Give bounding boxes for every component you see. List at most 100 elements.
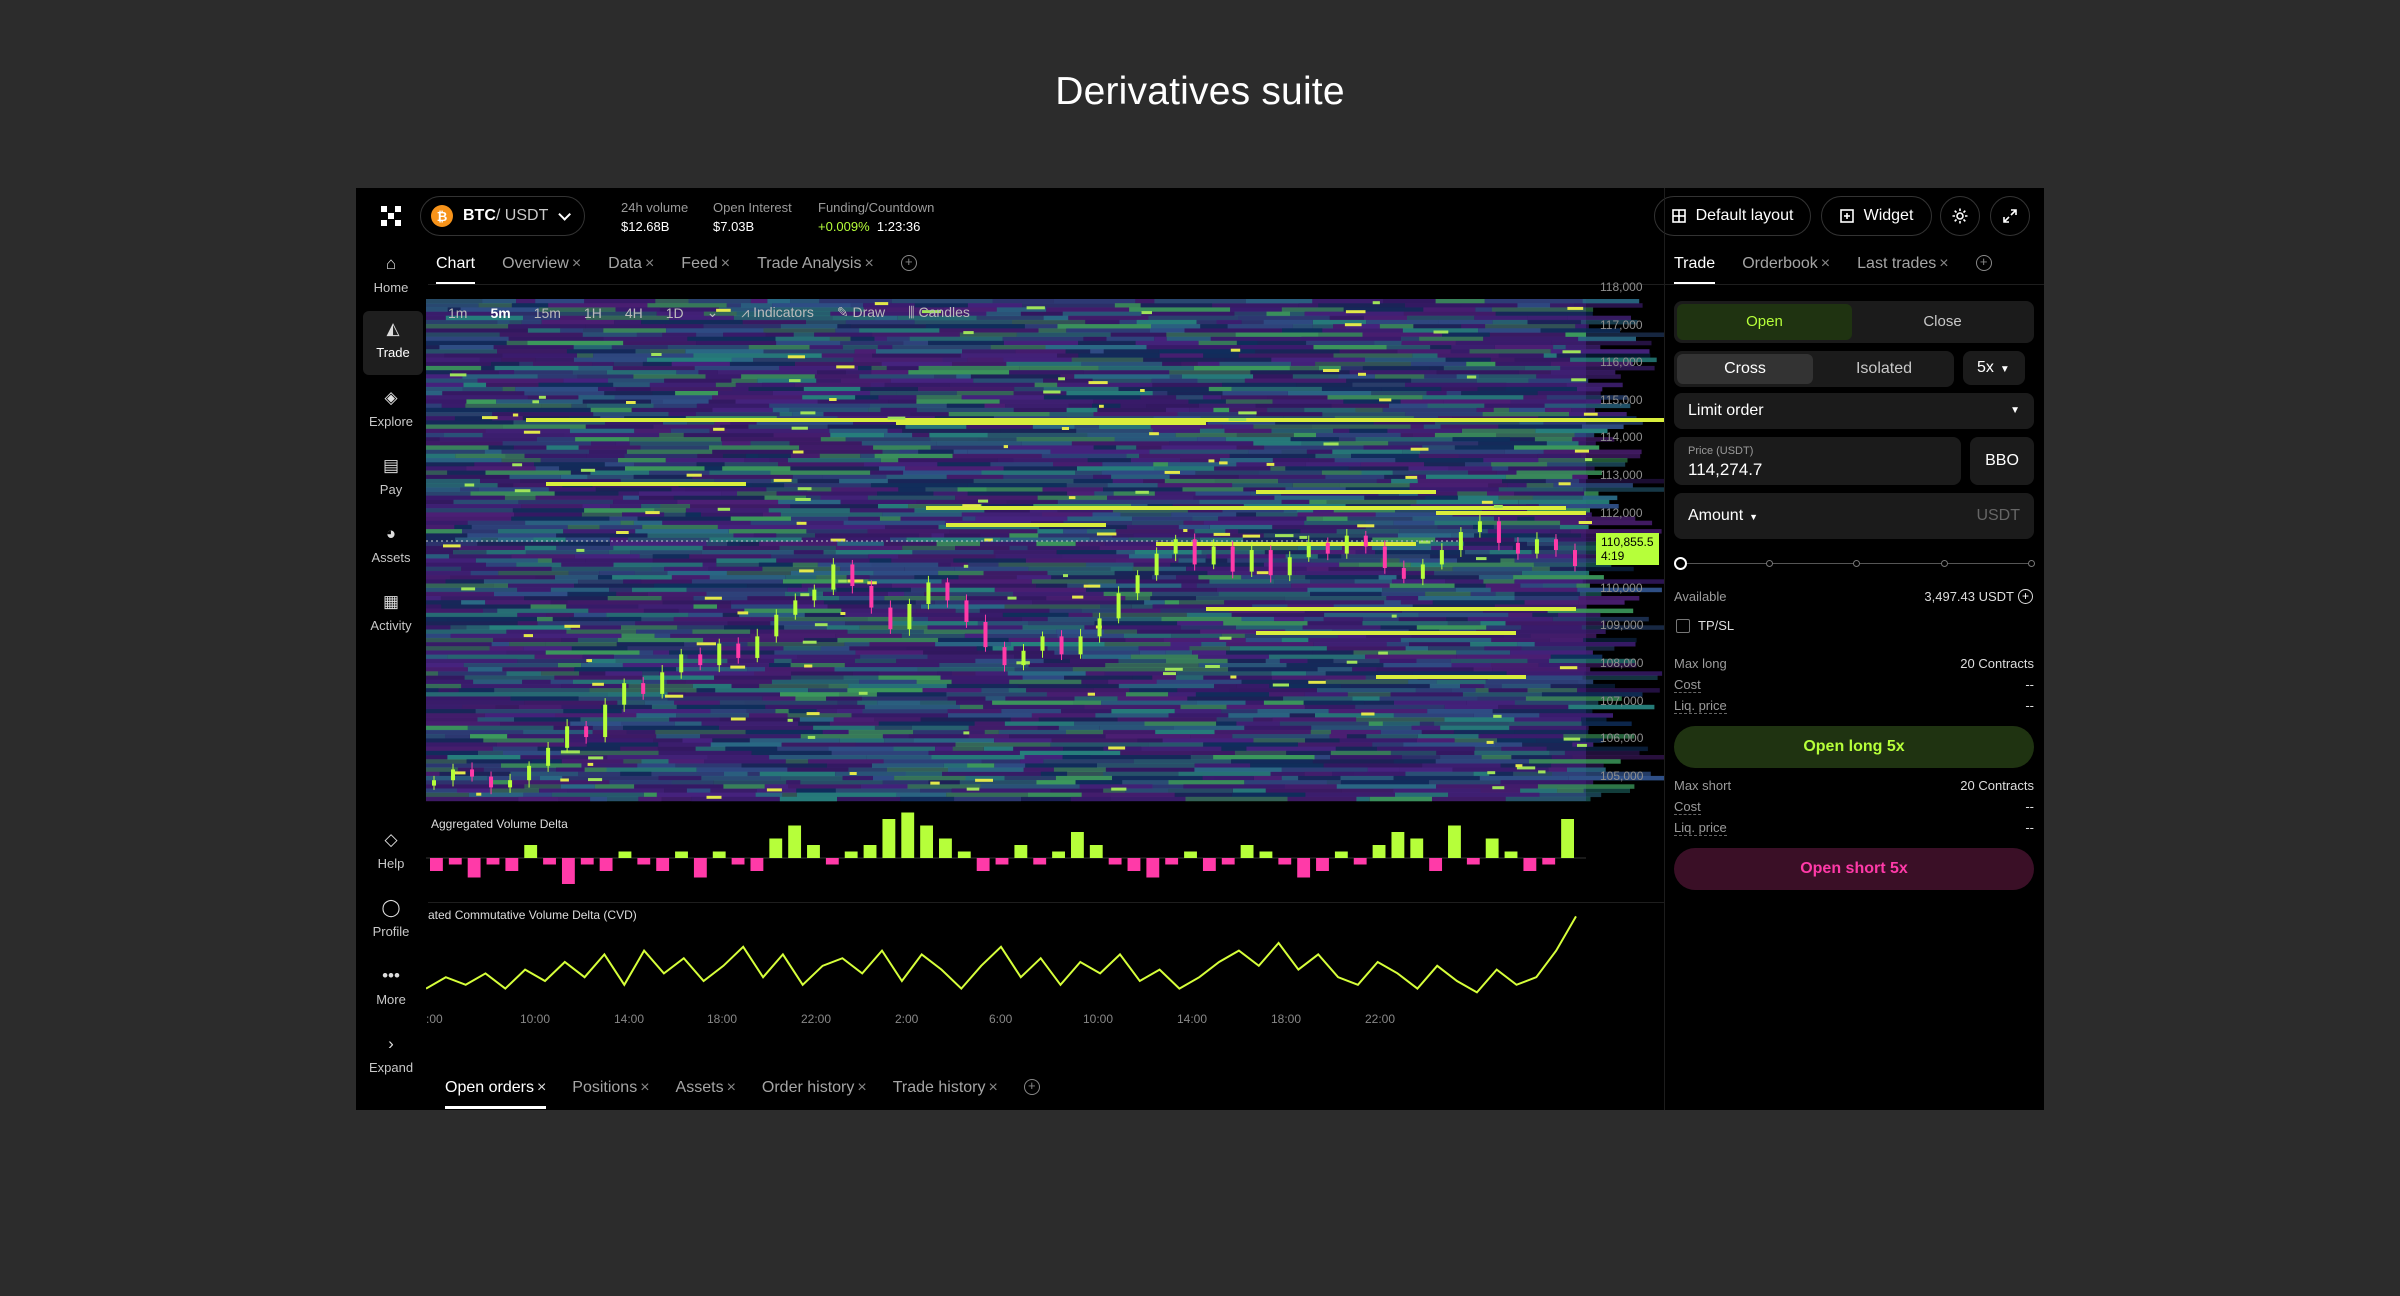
sidebar-item-home[interactable]: ⌂ Home bbox=[356, 254, 426, 295]
open-long-button[interactable]: Open long 5x bbox=[1674, 726, 2034, 768]
candles-button[interactable]: ⫼ Candles bbox=[908, 304, 970, 321]
heatmap-cell bbox=[1445, 579, 1484, 584]
sidebar-item-explore[interactable]: ◈ Explore bbox=[356, 388, 426, 429]
heatmap-cell bbox=[749, 713, 788, 718]
tab-assets[interactable]: Assets × bbox=[676, 1079, 736, 1107]
heatmap-cell bbox=[1152, 382, 1223, 388]
add-tab-icon[interactable]: + bbox=[900, 255, 917, 271]
close-tab[interactable]: Close bbox=[1854, 304, 2031, 340]
amount-input[interactable]: Amount ▼ USDT bbox=[1674, 493, 2034, 539]
amount-slider[interactable] bbox=[1674, 557, 2036, 571]
interval-1h[interactable]: 1H bbox=[584, 305, 602, 321]
tab-trade-history[interactable]: Trade history × bbox=[893, 1079, 998, 1107]
slider-thumb[interactable] bbox=[1674, 557, 1687, 570]
heatmap-cell bbox=[486, 562, 517, 568]
interval-dropdown-icon[interactable]: ⌄ bbox=[707, 304, 719, 321]
tab-order-history[interactable]: Order history × bbox=[762, 1079, 867, 1107]
open-short-button[interactable]: Open short 5x bbox=[1674, 848, 2034, 890]
cost-value: -- bbox=[2025, 799, 2034, 814]
price-input[interactable]: Price (USDT) 114,274.7 bbox=[1674, 437, 1961, 485]
candle-body bbox=[1344, 535, 1349, 554]
close-icon[interactable]: × bbox=[727, 1079, 736, 1096]
heatmap-cell bbox=[518, 499, 614, 505]
candle-body bbox=[1021, 650, 1026, 666]
heatmap-cell bbox=[1103, 349, 1159, 354]
interval-1d[interactable]: 1D bbox=[666, 305, 684, 321]
add-tab-icon[interactable]: + bbox=[1023, 1079, 1040, 1095]
heatmap-cell bbox=[1028, 621, 1095, 626]
leverage-select[interactable]: 5x ▼ bbox=[1963, 351, 2025, 385]
indicators-button[interactable]: ⩘ Indicators bbox=[741, 304, 814, 321]
open-tab[interactable]: Open bbox=[1677, 304, 1852, 340]
sidebar-item-activity[interactable]: ▦ Activity bbox=[356, 592, 426, 633]
interval-1m[interactable]: 1m bbox=[448, 305, 467, 321]
heatmap-cell bbox=[1323, 763, 1423, 768]
interval-15m[interactable]: 15m bbox=[534, 305, 561, 321]
funding-label: Funding/Countdown bbox=[818, 200, 935, 215]
close-icon[interactable]: × bbox=[572, 255, 581, 272]
heatmap-cell bbox=[860, 453, 875, 459]
close-icon[interactable]: × bbox=[721, 255, 730, 272]
interval-5m[interactable]: 5m bbox=[490, 305, 510, 321]
tab-positions[interactable]: Positions × bbox=[572, 1079, 649, 1107]
amount-unit-dropdown[interactable]: Amount ▼ bbox=[1688, 507, 1758, 525]
heatmap-cell bbox=[696, 340, 777, 346]
close-icon[interactable]: × bbox=[857, 1079, 866, 1096]
close-icon[interactable]: × bbox=[1821, 255, 1830, 272]
heatmap-cell bbox=[1028, 663, 1106, 668]
draw-button[interactable]: ✎ Draw bbox=[837, 304, 885, 321]
sidebar-item-pay[interactable]: ▤ Pay bbox=[356, 456, 426, 497]
sidebar-item-more[interactable]: ••• More bbox=[356, 966, 426, 1007]
sidebar-item-assets[interactable]: ◕ Assets bbox=[356, 524, 426, 565]
interval-4h[interactable]: 4H bbox=[625, 305, 643, 321]
heatmap-cell bbox=[1336, 784, 1437, 789]
tab-feed[interactable]: Feed × bbox=[681, 255, 730, 283]
heatmap-cell bbox=[859, 679, 917, 685]
tab-trade[interactable]: Trade bbox=[1674, 255, 1716, 285]
close-icon[interactable]: × bbox=[537, 1079, 546, 1096]
heatmap-cell bbox=[869, 558, 892, 563]
heatmap-cell bbox=[1445, 357, 1491, 363]
tab-last-trades[interactable]: Last trades × bbox=[1857, 255, 1949, 283]
app-logo-icon[interactable] bbox=[380, 205, 402, 227]
sidebar-item-help[interactable]: ◇ Help bbox=[356, 830, 426, 871]
heatmap-cell bbox=[1137, 629, 1201, 634]
heatmap-cell bbox=[860, 386, 918, 392]
heatmap-cell bbox=[956, 700, 993, 706]
heatmap-cell bbox=[1219, 461, 1228, 465]
tpsl-checkbox[interactable] bbox=[1676, 619, 1690, 633]
heatmap-cell bbox=[848, 683, 947, 689]
tab-trade-analysis[interactable]: Trade Analysis × bbox=[757, 255, 874, 283]
tab-overview[interactable]: Overview × bbox=[502, 255, 581, 283]
tab-open-orders[interactable]: Open orders × bbox=[445, 1079, 547, 1109]
sidebar-item-expand[interactable]: › Expand bbox=[356, 1034, 426, 1075]
heatmap-cell bbox=[685, 692, 780, 697]
close-icon[interactable]: × bbox=[1939, 255, 1948, 272]
price-chart[interactable] bbox=[426, 285, 1664, 1045]
isolated-margin-option[interactable]: Isolated bbox=[1816, 354, 1952, 384]
cross-margin-option[interactable]: Cross bbox=[1677, 354, 1813, 384]
heatmap-cell bbox=[861, 696, 948, 701]
sidebar-item-trade[interactable]: ◭ Trade bbox=[363, 311, 423, 375]
close-icon[interactable]: × bbox=[989, 1079, 998, 1096]
tab-orderbook[interactable]: Orderbook × bbox=[1742, 255, 1830, 283]
close-icon[interactable]: × bbox=[645, 255, 654, 272]
tab-data[interactable]: Data × bbox=[608, 255, 654, 283]
heatmap-cell bbox=[686, 473, 702, 477]
add-tab-icon[interactable]: + bbox=[1975, 255, 1992, 271]
heatmap-cell bbox=[1506, 382, 1567, 388]
bbo-button[interactable]: BBO bbox=[1970, 437, 2034, 485]
order-type-select[interactable]: Limit order ▼ bbox=[1674, 393, 2034, 429]
heatmap-cell bbox=[537, 621, 636, 626]
heatmap-cell bbox=[1484, 403, 1545, 409]
tab-chart[interactable]: Chart bbox=[436, 255, 476, 285]
add-funds-icon[interactable]: + bbox=[2018, 589, 2033, 604]
price-axis-tick: 114,000 bbox=[1600, 430, 1643, 445]
heatmap-cell bbox=[874, 725, 912, 731]
heatmap-cell bbox=[1365, 654, 1457, 660]
pair-selector[interactable]: ₿ BTC / USDT bbox=[420, 196, 585, 236]
sidebar-item-profile[interactable]: ◯ Profile bbox=[356, 898, 426, 939]
close-icon[interactable]: × bbox=[864, 255, 873, 272]
close-icon[interactable]: × bbox=[640, 1079, 649, 1096]
heatmap-cell bbox=[666, 328, 764, 333]
